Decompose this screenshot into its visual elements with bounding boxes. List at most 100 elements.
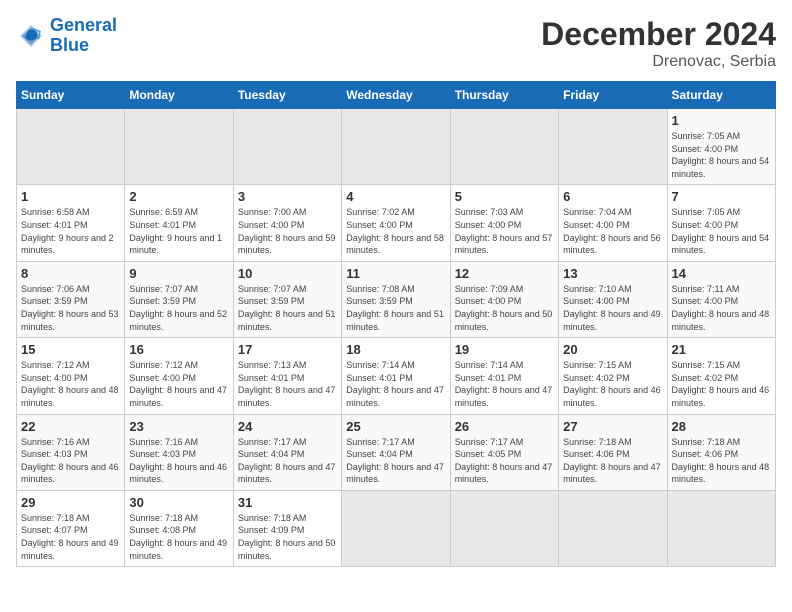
day-cell bbox=[233, 109, 341, 185]
day-number: 1 bbox=[672, 113, 771, 128]
day-number: 19 bbox=[455, 342, 554, 357]
day-header-saturday: Saturday bbox=[667, 82, 775, 109]
day-info: Sunrise: 7:17 AMSunset: 4:05 PMDaylight:… bbox=[455, 436, 554, 486]
day-info: Sunrise: 7:14 AMSunset: 4:01 PMDaylight:… bbox=[346, 359, 445, 409]
day-info: Sunrise: 7:08 AMSunset: 3:59 PMDaylight:… bbox=[346, 283, 445, 333]
day-info: Sunrise: 7:03 AMSunset: 4:00 PMDaylight:… bbox=[455, 206, 554, 256]
day-number: 26 bbox=[455, 419, 554, 434]
day-cell bbox=[450, 109, 558, 185]
day-header-thursday: Thursday bbox=[450, 82, 558, 109]
week-row-5: 29 Sunrise: 7:18 AMSunset: 4:07 PMDayligh… bbox=[17, 490, 776, 566]
day-number: 4 bbox=[346, 189, 445, 204]
day-cell: 20 Sunrise: 7:15 AMSunset: 4:02 PMDayligh… bbox=[559, 338, 667, 414]
day-header-tuesday: Tuesday bbox=[233, 82, 341, 109]
day-header-wednesday: Wednesday bbox=[342, 82, 450, 109]
day-cell: 2Sunrise: 6:59 AMSunset: 4:01 PMDaylight… bbox=[125, 185, 233, 261]
day-info: Sunrise: 7:18 AMSunset: 4:06 PMDaylight:… bbox=[563, 436, 662, 486]
day-info: Sunrise: 7:11 AMSunset: 4:00 PMDaylight:… bbox=[672, 283, 771, 333]
day-info: Sunrise: 7:16 AMSunset: 4:03 PMDaylight:… bbox=[21, 436, 120, 486]
day-info: Sunrise: 7:06 AMSunset: 3:59 PMDaylight:… bbox=[21, 283, 120, 333]
day-header-sunday: Sunday bbox=[17, 82, 125, 109]
day-number: 31 bbox=[238, 495, 337, 510]
day-cell: 23 Sunrise: 7:16 AMSunset: 4:03 PMDayligh… bbox=[125, 414, 233, 490]
day-info: Sunrise: 7:15 AMSunset: 4:02 PMDaylight:… bbox=[672, 359, 771, 409]
day-info: Sunrise: 7:12 AMSunset: 4:00 PMDaylight:… bbox=[21, 359, 120, 409]
day-number: 1 bbox=[21, 189, 120, 204]
day-info: Sunrise: 7:18 AMSunset: 4:06 PMDaylight:… bbox=[672, 436, 771, 486]
day-info: Sunrise: 7:02 AMSunset: 4:00 PMDaylight:… bbox=[346, 206, 445, 256]
day-info: Sunrise: 7:05 AMSunset: 4:00 PMDaylight:… bbox=[672, 206, 771, 256]
day-number: 29 bbox=[21, 495, 120, 510]
calendar-header: SundayMondayTuesdayWednesdayThursdayFrid… bbox=[17, 82, 776, 109]
day-cell: 13 Sunrise: 7:10 AMSunset: 4:00 PMDayligh… bbox=[559, 261, 667, 337]
day-cell: 3 Sunrise: 7:00 AMSunset: 4:00 PMDaylight… bbox=[233, 185, 341, 261]
day-number: 20 bbox=[563, 342, 662, 357]
day-cell bbox=[342, 490, 450, 566]
day-number: 5 bbox=[455, 189, 554, 204]
day-info: Sunrise: 7:18 AMSunset: 4:07 PMDaylight:… bbox=[21, 512, 120, 562]
logo-text: General Blue bbox=[50, 16, 117, 56]
day-info: Sunrise: 7:15 AMSunset: 4:02 PMDaylight:… bbox=[563, 359, 662, 409]
day-cell: 12Sunrise: 7:09 AMSunset: 4:00 PMDayligh… bbox=[450, 261, 558, 337]
day-cell bbox=[125, 109, 233, 185]
calendar-body: 1 Sunrise: 7:05 AMSunset: 4:00 PMDaylight… bbox=[17, 109, 776, 567]
day-cell: 6 Sunrise: 7:04 AMSunset: 4:00 PMDaylight… bbox=[559, 185, 667, 261]
day-info: Sunrise: 7:17 AMSunset: 4:04 PMDaylight:… bbox=[238, 436, 337, 486]
header-row: SundayMondayTuesdayWednesdayThursdayFrid… bbox=[17, 82, 776, 109]
day-number: 7 bbox=[672, 189, 771, 204]
day-number: 27 bbox=[563, 419, 662, 434]
day-cell: 8 Sunrise: 7:06 AMSunset: 3:59 PMDaylight… bbox=[17, 261, 125, 337]
header: General Blue December 2024 Drenovac, Ser… bbox=[16, 16, 776, 71]
location-subtitle: Drenovac, Serbia bbox=[541, 53, 776, 71]
day-cell: 9Sunrise: 7:07 AMSunset: 3:59 PMDaylight… bbox=[125, 261, 233, 337]
day-header-friday: Friday bbox=[559, 82, 667, 109]
day-cell: 5 Sunrise: 7:03 AMSunset: 4:00 PMDaylight… bbox=[450, 185, 558, 261]
day-number: 23 bbox=[129, 419, 228, 434]
day-info: Sunrise: 7:09 AMSunset: 4:00 PMDaylight:… bbox=[455, 283, 554, 333]
day-cell: 15 Sunrise: 7:12 AMSunset: 4:00 PMDayligh… bbox=[17, 338, 125, 414]
calendar-container: General Blue December 2024 Drenovac, Ser… bbox=[0, 0, 792, 612]
week-row-0: 1 Sunrise: 7:05 AMSunset: 4:00 PMDaylight… bbox=[17, 109, 776, 185]
day-info: Sunrise: 7:17 AMSunset: 4:04 PMDaylight:… bbox=[346, 436, 445, 486]
day-number: 8 bbox=[21, 266, 120, 281]
day-cell: 17 Sunrise: 7:13 AMSunset: 4:01 PMDayligh… bbox=[233, 338, 341, 414]
day-info: Sunrise: 7:05 AMSunset: 4:00 PMDaylight:… bbox=[672, 130, 771, 180]
day-number: 2 bbox=[129, 189, 228, 204]
day-info: Sunrise: 7:16 AMSunset: 4:03 PMDaylight:… bbox=[129, 436, 228, 486]
day-info: Sunrise: 7:14 AMSunset: 4:01 PMDaylight:… bbox=[455, 359, 554, 409]
day-number: 16 bbox=[129, 342, 228, 357]
day-info: Sunrise: 7:13 AMSunset: 4:01 PMDaylight:… bbox=[238, 359, 337, 409]
day-cell: 10Sunrise: 7:07 AMSunset: 3:59 PMDayligh… bbox=[233, 261, 341, 337]
day-cell bbox=[342, 109, 450, 185]
day-cell: 7 Sunrise: 7:05 AMSunset: 4:00 PMDaylight… bbox=[667, 185, 775, 261]
week-row-3: 15 Sunrise: 7:12 AMSunset: 4:00 PMDayligh… bbox=[17, 338, 776, 414]
day-cell: 25Sunrise: 7:17 AMSunset: 4:04 PMDayligh… bbox=[342, 414, 450, 490]
week-row-1: 1Sunrise: 6:58 AMSunset: 4:01 PMDaylight… bbox=[17, 185, 776, 261]
logo-blue: Blue bbox=[50, 35, 89, 55]
day-cell: 26 Sunrise: 7:17 AMSunset: 4:05 PMDayligh… bbox=[450, 414, 558, 490]
day-number: 17 bbox=[238, 342, 337, 357]
day-cell bbox=[559, 490, 667, 566]
day-cell: 21 Sunrise: 7:15 AMSunset: 4:02 PMDayligh… bbox=[667, 338, 775, 414]
day-cell: 27 Sunrise: 7:18 AMSunset: 4:06 PMDayligh… bbox=[559, 414, 667, 490]
day-cell: 1 Sunrise: 7:05 AMSunset: 4:00 PMDaylight… bbox=[667, 109, 775, 185]
day-cell: 29 Sunrise: 7:18 AMSunset: 4:07 PMDayligh… bbox=[17, 490, 125, 566]
day-info: Sunrise: 7:00 AMSunset: 4:00 PMDaylight:… bbox=[238, 206, 337, 256]
day-number: 6 bbox=[563, 189, 662, 204]
day-cell: 18 Sunrise: 7:14 AMSunset: 4:01 PMDayligh… bbox=[342, 338, 450, 414]
day-number: 18 bbox=[346, 342, 445, 357]
day-info: Sunrise: 7:04 AMSunset: 4:00 PMDaylight:… bbox=[563, 206, 662, 256]
logo: General Blue bbox=[16, 16, 117, 56]
day-cell: 24Sunrise: 7:17 AMSunset: 4:04 PMDayligh… bbox=[233, 414, 341, 490]
day-info: Sunrise: 7:10 AMSunset: 4:00 PMDaylight:… bbox=[563, 283, 662, 333]
day-number: 22 bbox=[21, 419, 120, 434]
day-number: 14 bbox=[672, 266, 771, 281]
day-number: 28 bbox=[672, 419, 771, 434]
day-number: 21 bbox=[672, 342, 771, 357]
day-number: 3 bbox=[238, 189, 337, 204]
day-number: 15 bbox=[21, 342, 120, 357]
day-number: 13 bbox=[563, 266, 662, 281]
day-number: 10 bbox=[238, 266, 337, 281]
day-cell bbox=[450, 490, 558, 566]
day-cell: 11Sunrise: 7:08 AMSunset: 3:59 PMDayligh… bbox=[342, 261, 450, 337]
